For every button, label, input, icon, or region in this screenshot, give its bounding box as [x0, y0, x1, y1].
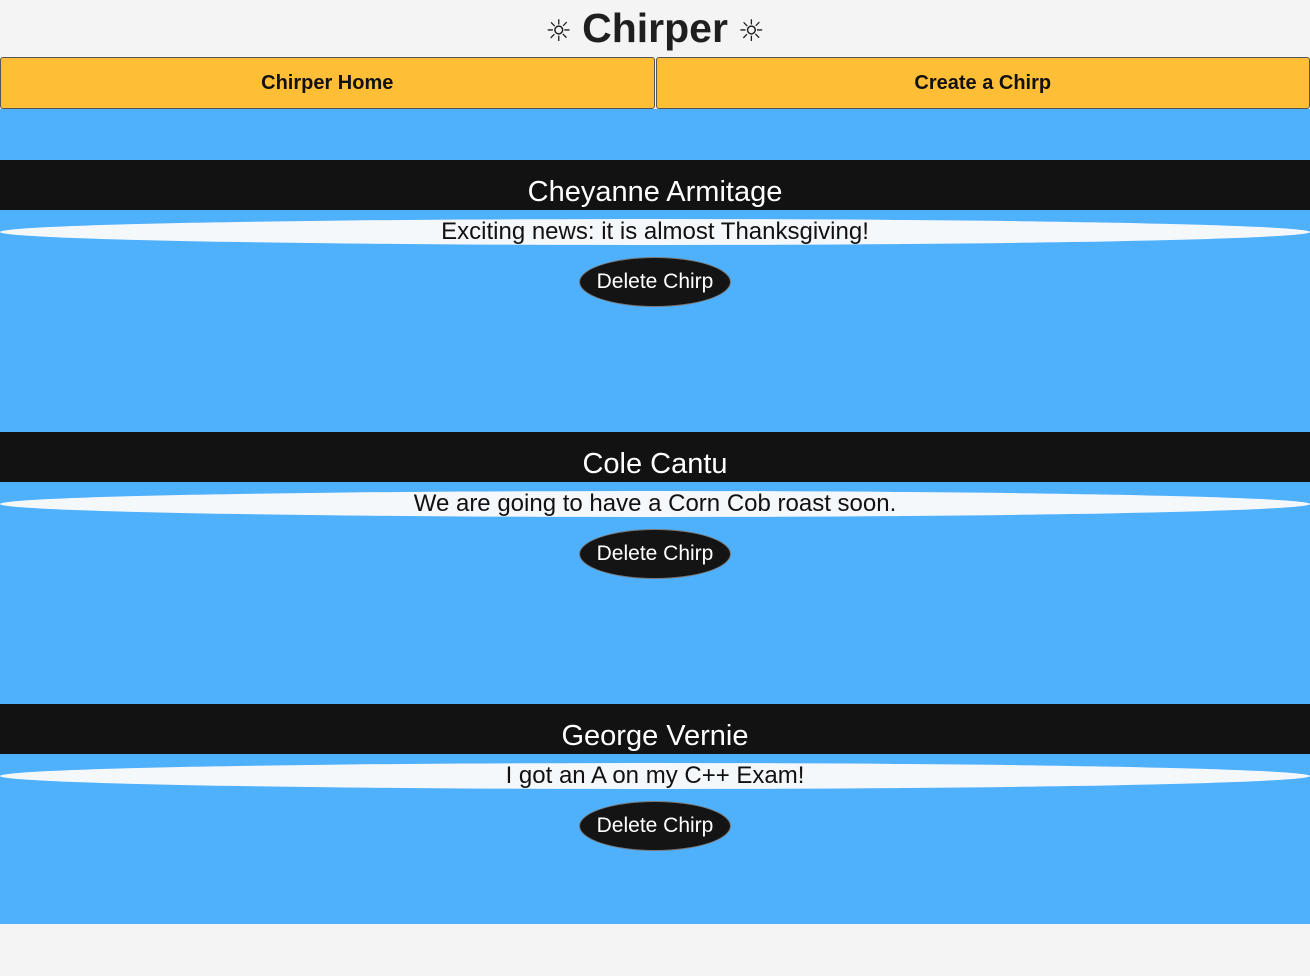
- chirp-card: Cheyanne Armitage Exciting news: it is a…: [0, 160, 1310, 432]
- app-title: Chirper: [582, 5, 728, 52]
- chirp-author: George Vernie: [0, 704, 1310, 754]
- delete-chirp-button[interactable]: Delete Chirp: [579, 529, 731, 579]
- app-header: ☼ Chirper ☼: [0, 0, 1310, 57]
- chirp-author: Cole Cantu: [0, 432, 1310, 482]
- chirp-feed: Cheyanne Armitage Exciting news: it is a…: [0, 109, 1310, 924]
- chirp-card: George Vernie I got an A on my C++ Exam!…: [0, 704, 1310, 976]
- chirp-card: Cole Cantu We are going to have a Corn C…: [0, 432, 1310, 704]
- chirper-home-button[interactable]: Chirper Home: [0, 57, 655, 109]
- sun-icon: ☼: [545, 14, 572, 49]
- chirp-author: Cheyanne Armitage: [0, 160, 1310, 210]
- chirp-message: We are going to have a Corn Cob roast so…: [0, 491, 1310, 517]
- chirp-message: Exciting news: it is almost Thanksgiving…: [0, 219, 1310, 245]
- chirp-message: I got an A on my C++ Exam!: [0, 763, 1310, 789]
- sun-icon: ☼: [738, 14, 765, 49]
- delete-chirp-button[interactable]: Delete Chirp: [579, 801, 731, 851]
- nav-bar: Chirper Home Create a Chirp: [0, 57, 1310, 109]
- delete-chirp-button[interactable]: Delete Chirp: [579, 257, 731, 307]
- create-chirp-button[interactable]: Create a Chirp: [656, 57, 1310, 109]
